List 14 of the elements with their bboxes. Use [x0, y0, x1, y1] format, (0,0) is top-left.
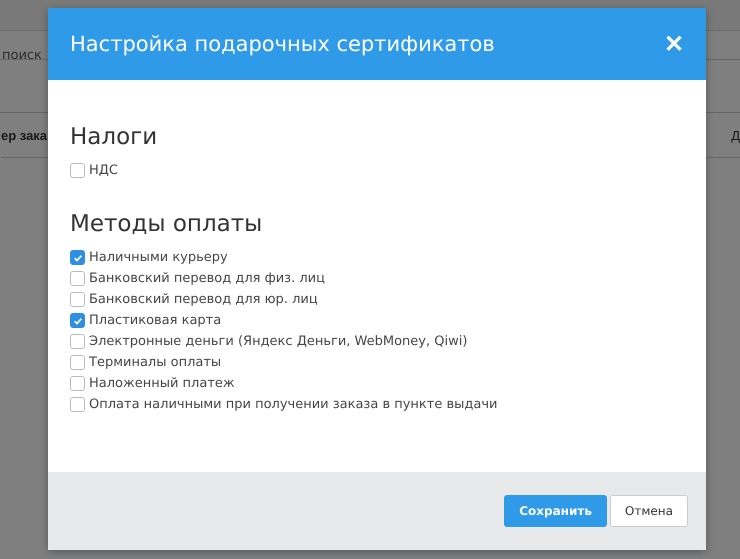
checkbox-label: Банковский перевод для юр. лиц [89, 292, 318, 307]
checkbox-label: Оплата наличными при получении заказа в пункте выдачи [89, 397, 498, 412]
dialog-title: Настройка подарочных сертификатов [70, 32, 495, 56]
checkbox-label: Наложенный платеж [89, 376, 235, 391]
checkbox-label: Электронные деньги (Яндекс Деньги, WebMoney, Qiwi) [89, 334, 468, 349]
section-heading: Налоги [70, 124, 158, 150]
column-header: ер зака [1, 128, 48, 142]
checkbox-label: Терминалы оплаты [89, 355, 222, 370]
checkbox-label: Банковский перевод для физ. лиц [89, 271, 325, 286]
column-header: Д [731, 128, 740, 142]
checkbox-label: Наличными курьеру [89, 250, 228, 265]
checkbox-label: НДС [89, 163, 118, 178]
section-heading: Методы оплаты [70, 211, 264, 237]
checkbox-label: Пластиковая карта [89, 313, 222, 328]
